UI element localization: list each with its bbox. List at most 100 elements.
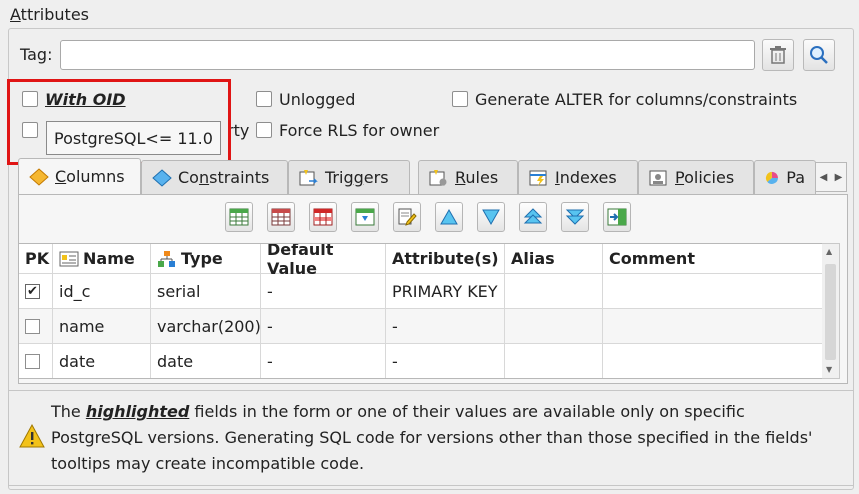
column-header-comment[interactable]: Comment xyxy=(603,244,839,274)
column-header-type[interactable]: Type xyxy=(151,244,261,274)
tab-label: Policies xyxy=(675,168,735,187)
constraints-icon xyxy=(152,168,172,187)
table-scrollbar[interactable]: ▲ ▼ xyxy=(822,243,840,379)
rules-icon xyxy=(429,169,447,185)
scrollbar-thumb[interactable] xyxy=(825,264,836,360)
pk-checkbox-checked[interactable]: ✔ xyxy=(25,283,40,299)
tab-columns[interactable]: Columns xyxy=(18,158,141,194)
move-down-button[interactable] xyxy=(477,202,505,232)
arrow-top-icon xyxy=(523,208,543,224)
tab-scroll-buttons: ◀ ▶ xyxy=(815,162,847,192)
tab-bar: Columns Constraints Triggers Rules Index… xyxy=(18,158,848,194)
remove-row-icon xyxy=(313,208,333,226)
arrow-bottom-icon xyxy=(565,209,585,225)
pk-checkbox[interactable] xyxy=(25,318,40,334)
move-to-index-button[interactable] xyxy=(603,202,631,232)
clear-tag-button[interactable] xyxy=(762,39,794,71)
table-row-pk-cell[interactable] xyxy=(19,344,53,378)
tab-label: Columns xyxy=(55,167,125,186)
duplicate-column-button[interactable] xyxy=(351,202,379,232)
search-tag-button[interactable] xyxy=(803,39,835,71)
with-oid-label: With OID xyxy=(45,90,126,109)
pk-checkbox[interactable] xyxy=(25,353,40,369)
tab-policies[interactable]: Policies xyxy=(638,160,754,194)
table-row-default[interactable]: - xyxy=(261,274,386,309)
partitions-icon xyxy=(765,171,778,184)
partial-option-label: rty xyxy=(227,121,250,140)
with-oid-checkbox[interactable] xyxy=(22,91,38,107)
warning-icon xyxy=(19,424,45,448)
edit-pencil-icon xyxy=(398,208,417,226)
tab-rules[interactable]: Rules xyxy=(418,160,518,194)
edit-column-button[interactable] xyxy=(267,202,295,232)
tab-triggers[interactable]: Triggers xyxy=(288,160,410,194)
tag-label: Tag: xyxy=(20,45,53,64)
scroll-up-icon[interactable]: ▲ xyxy=(826,247,832,256)
add-column-button[interactable] xyxy=(225,202,253,232)
edit-row-icon xyxy=(271,208,291,226)
tab-constraints[interactable]: Constraints xyxy=(141,160,288,194)
columns-table: PK Name Type Default Value Attribute(s) … xyxy=(18,243,840,379)
column-header-name[interactable]: Name xyxy=(53,244,151,274)
remove-column-button[interactable] xyxy=(309,202,337,232)
table-row-name[interactable]: name xyxy=(53,309,151,344)
table-row-alias[interactable] xyxy=(505,344,603,378)
unlogged-label: Unlogged xyxy=(279,90,356,109)
tab-scroll-left-icon[interactable]: ◀ xyxy=(816,163,831,191)
security-checkbox[interactable] xyxy=(22,122,38,138)
force-rls-checkbox[interactable] xyxy=(256,122,272,138)
add-row-icon xyxy=(229,208,249,226)
tab-partitions[interactable]: Pa xyxy=(754,160,816,194)
edit-item-button[interactable] xyxy=(393,202,421,232)
table-row-comment[interactable] xyxy=(603,309,839,344)
table-row-attributes[interactable]: - xyxy=(386,344,505,378)
table-row-default[interactable]: - xyxy=(261,309,386,344)
table-row-alias[interactable] xyxy=(505,274,603,309)
tab-label: Indexes xyxy=(555,168,617,187)
trash-icon xyxy=(770,46,786,64)
indexes-icon xyxy=(529,170,547,186)
table-row-pk-cell[interactable]: ✔ xyxy=(19,274,53,309)
unlogged-checkbox[interactable] xyxy=(256,91,272,107)
column-header-alias[interactable]: Alias xyxy=(505,244,603,274)
tab-scroll-right-icon[interactable]: ▶ xyxy=(831,163,846,191)
type-column-icon xyxy=(158,250,175,267)
triggers-icon xyxy=(299,169,318,185)
arrow-up-icon xyxy=(440,208,458,225)
column-header-attributes[interactable]: Attribute(s) xyxy=(386,244,505,274)
move-row-icon xyxy=(355,208,375,226)
tab-label: Triggers xyxy=(325,168,389,187)
table-row-alias[interactable] xyxy=(505,309,603,344)
tab-indexes[interactable]: Indexes xyxy=(518,160,638,194)
column-header-default[interactable]: Default Value xyxy=(261,244,386,278)
generate-alter-label: Generate ALTER for columns/constraints xyxy=(475,90,798,109)
tag-input[interactable] xyxy=(60,40,755,70)
move-up-button[interactable] xyxy=(435,202,463,232)
table-row-type[interactable]: date xyxy=(151,344,261,378)
force-rls-label: Force RLS for owner xyxy=(279,121,440,140)
table-row-type[interactable]: varchar(200) xyxy=(151,309,261,344)
version-tooltip: PostgreSQL<= 11.0 xyxy=(46,121,221,155)
attributes-title: Attributes xyxy=(10,5,89,24)
move-to-icon xyxy=(607,208,627,226)
tab-label: Pa xyxy=(786,168,805,187)
table-row-comment[interactable] xyxy=(603,344,839,378)
table-row-default[interactable]: - xyxy=(261,344,386,378)
move-top-button[interactable] xyxy=(519,202,547,232)
table-row-comment[interactable] xyxy=(603,274,839,309)
notice-text: The highlighted fields in the form or on… xyxy=(51,402,813,473)
generate-alter-checkbox[interactable] xyxy=(452,91,468,107)
columns-icon xyxy=(29,167,49,186)
arrow-down-icon xyxy=(482,209,500,226)
table-row-attributes[interactable]: - xyxy=(386,309,505,344)
tab-label: Rules xyxy=(455,168,499,187)
table-row-name[interactable]: id_c xyxy=(53,274,151,309)
column-header-pk[interactable]: PK xyxy=(19,244,53,274)
table-row-type[interactable]: serial xyxy=(151,274,261,309)
table-row-pk-cell[interactable] xyxy=(19,309,53,344)
table-row-attributes[interactable]: PRIMARY KEY xyxy=(386,274,505,309)
search-icon xyxy=(810,46,828,64)
move-bottom-button[interactable] xyxy=(561,202,589,232)
scroll-down-icon[interactable]: ▼ xyxy=(826,365,832,374)
table-row-name[interactable]: date xyxy=(53,344,151,378)
